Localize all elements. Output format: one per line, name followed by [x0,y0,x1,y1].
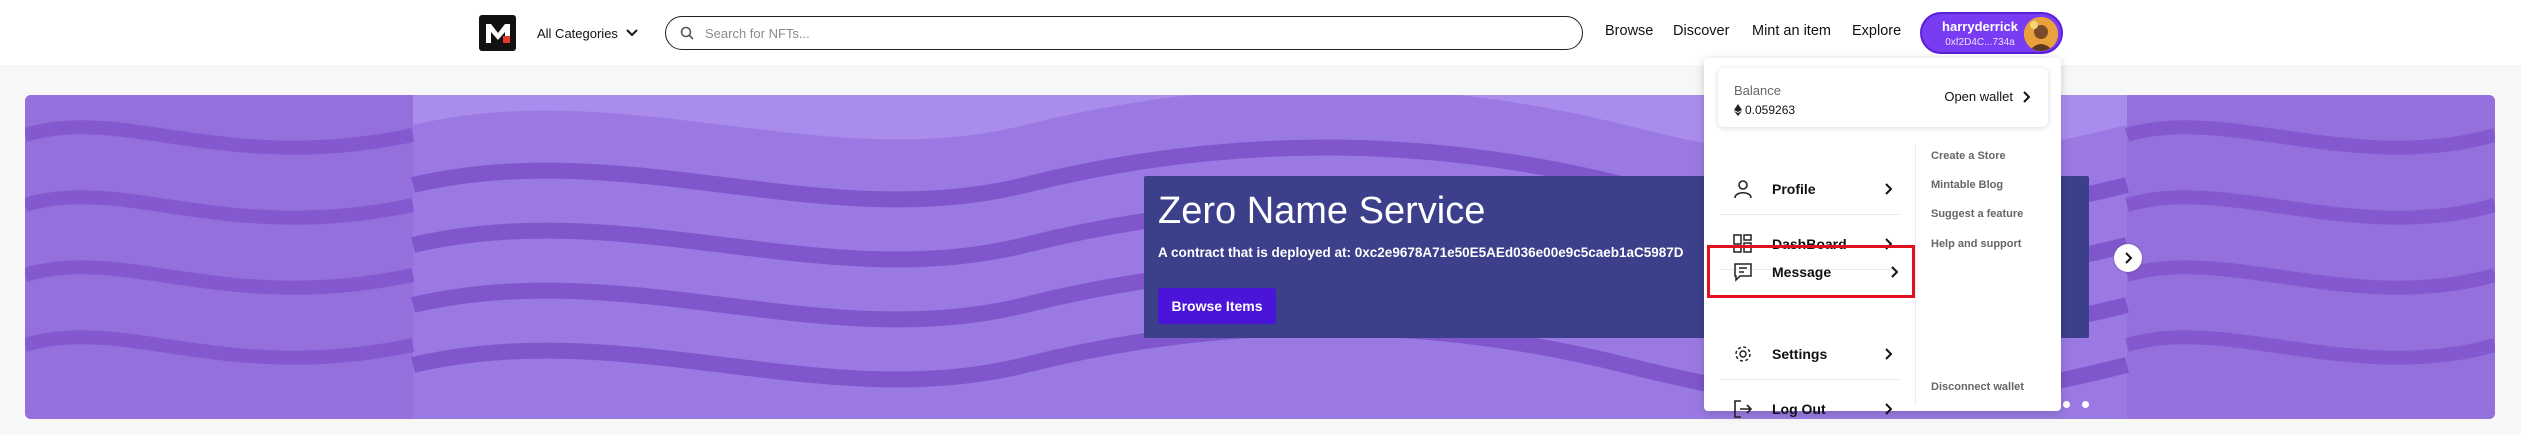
disconnect-wallet-link[interactable]: Disconnect wallet [1931,381,2024,393]
menu-item-settings[interactable]: Settings [1720,328,1900,380]
menu-item-label: Message [1772,263,1832,280]
search-icon [680,26,694,40]
user-icon [1732,178,1754,200]
top-navigation-bar: All Categories Browse Discover Mint an i… [0,0,2521,67]
carousel-next-button[interactable] [2114,244,2142,272]
nav-browse-link[interactable]: Browse [1605,23,1653,39]
browse-items-button[interactable]: Browse Items [1158,288,1276,324]
username: harryderrick [1942,19,2018,34]
ethereum-icon [1734,104,1742,116]
categories-label: All Categories [537,25,618,41]
chevron-down-icon [626,29,638,37]
balance-card: Balance 0.059263 Open wallet [1718,68,2048,127]
gear-icon [1732,343,1754,365]
chevron-right-icon [1884,182,1892,195]
contract-address-text: A contract that is deployed at: 0xc2e967… [1158,245,1684,260]
nav-mint-link[interactable]: Mint an item [1752,23,1831,39]
create-store-link[interactable]: Create a Store [1931,150,2006,162]
mintable-blog-link[interactable]: Mintable Blog [1931,179,2003,191]
message-icon [1732,261,1754,283]
nav-discover-link[interactable]: Discover [1673,23,1729,39]
chevron-right-icon [2023,90,2030,103]
chevron-right-icon [1884,347,1892,360]
chevron-right-icon [1890,265,1898,278]
balance-value: 0.059263 [1734,103,1795,117]
avatar [2024,17,2058,51]
help-support-link[interactable]: Help and support [1931,238,2021,250]
balance-amount: 0.059263 [1745,103,1796,117]
carousel-dot[interactable] [2063,401,2070,408]
mintable-logo[interactable] [479,15,516,51]
nav-explore-link[interactable]: Explore [1852,23,1901,39]
menu-item-label: Profile [1772,180,1816,197]
chevron-right-icon [2125,252,2133,264]
user-account-button[interactable]: harryderrick 0xf2D4C...734a [1920,12,2063,54]
open-wallet-label: Open wallet [1944,89,2013,104]
menu-divider [1915,145,1916,405]
account-dropdown-menu: Balance 0.059263 Open wallet Profile Das… [1704,58,2061,418]
menu-item-label: Log Out [1772,401,1826,417]
menu-item-profile[interactable]: Profile [1720,163,1900,215]
menu-item-message[interactable]: Message [1707,245,1915,298]
open-wallet-link[interactable]: Open wallet [1944,89,2030,104]
all-categories-dropdown[interactable]: All Categories [537,22,638,44]
search-input[interactable] [703,24,1582,42]
logo-m-icon [485,24,510,43]
suggest-feature-link[interactable]: Suggest a feature [1931,208,2023,220]
menu-item-logout[interactable]: Log Out [1720,383,1900,435]
chevron-right-icon [1884,403,1892,415]
search-bar[interactable] [665,16,1583,50]
collection-title: Zero Name Service [1158,190,1486,232]
wallet-address: 0xf2D4C...734a [1945,37,2015,48]
carousel-dot[interactable] [2082,401,2089,408]
menu-item-label: Settings [1772,345,1828,362]
logout-icon [1732,398,1754,420]
balance-label: Balance [1734,83,1781,98]
